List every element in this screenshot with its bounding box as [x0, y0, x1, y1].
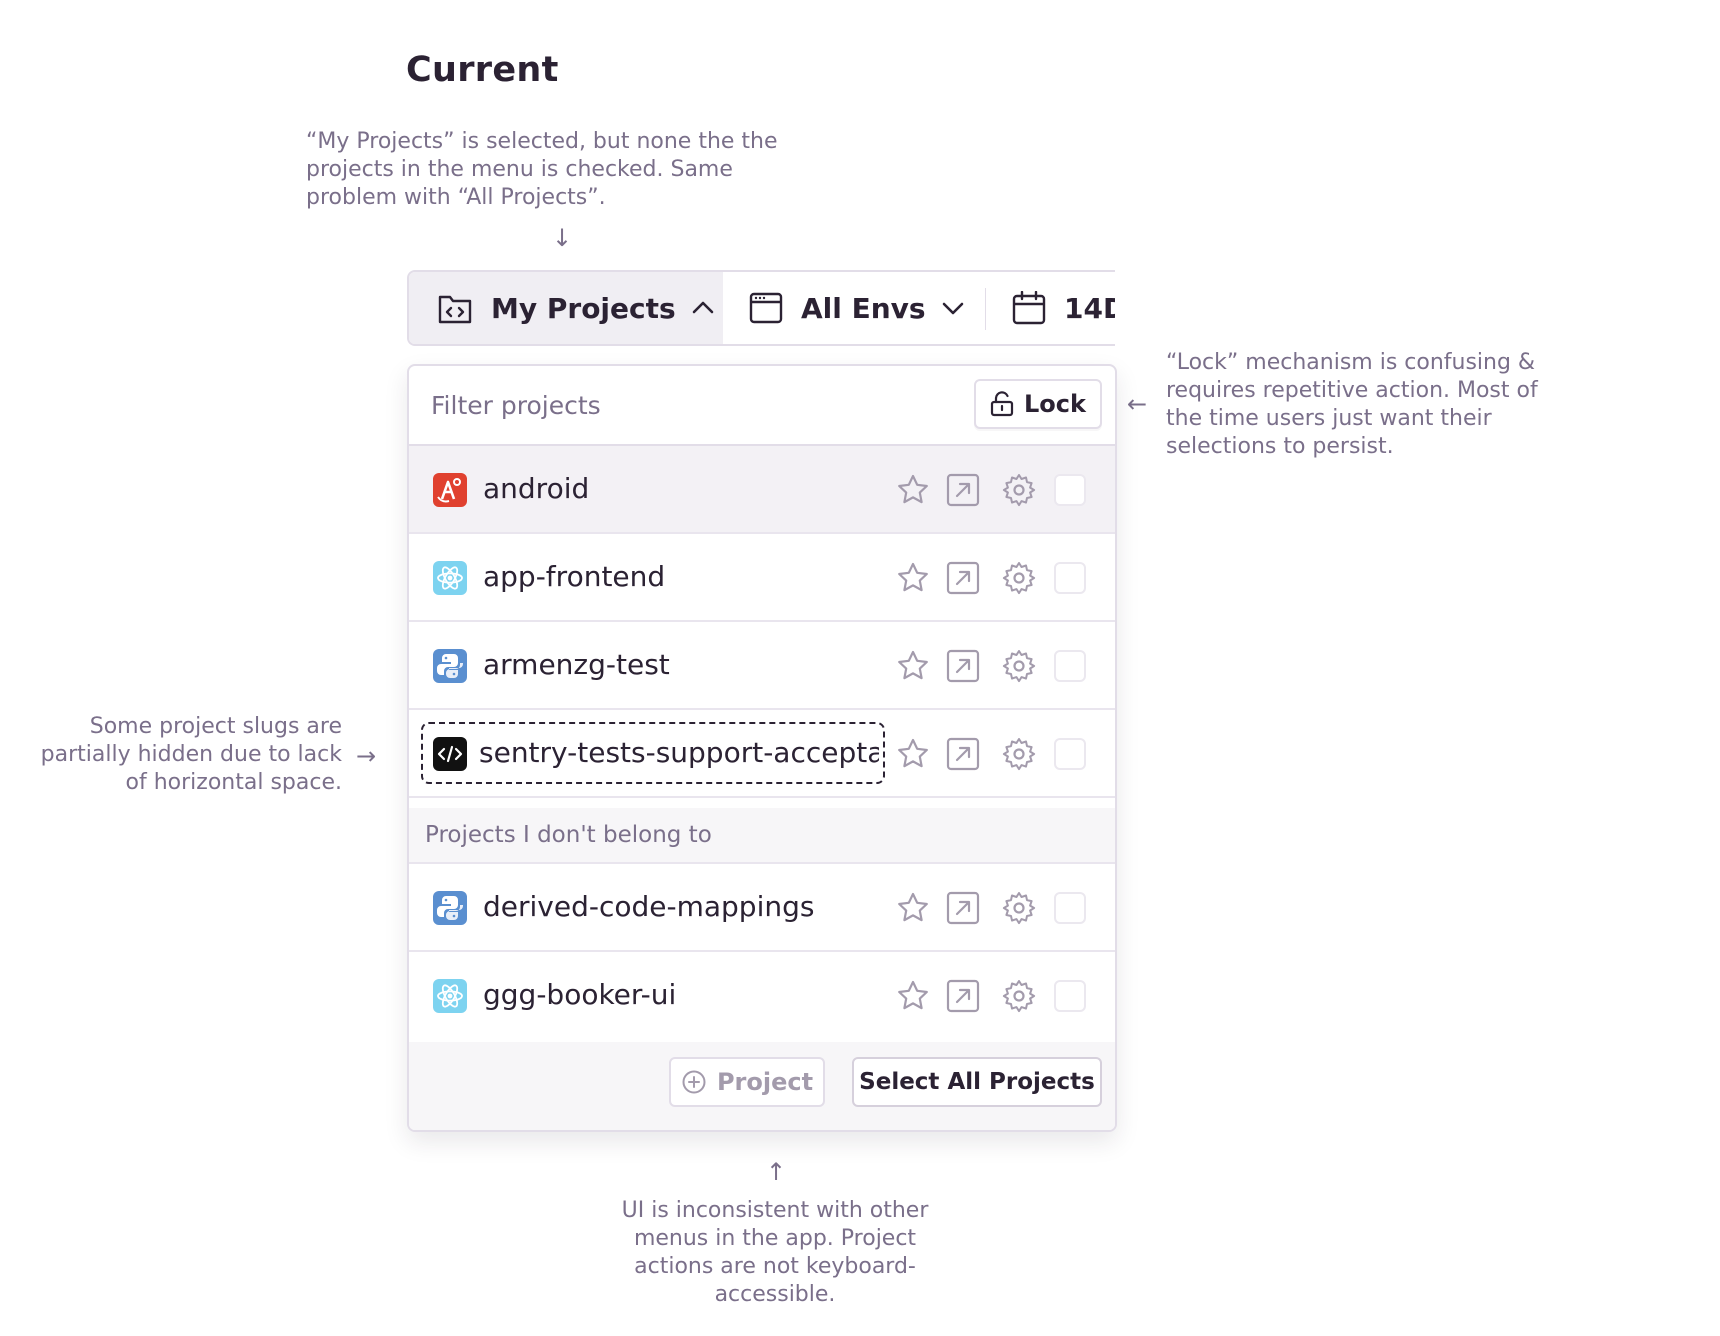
- project-checkbox[interactable]: [1054, 980, 1086, 1012]
- project-name: ggg-booker-ui: [483, 978, 677, 1011]
- star-icon[interactable]: [895, 978, 931, 1014]
- select-all-projects-button[interactable]: Select All Projects: [852, 1057, 1102, 1107]
- project-checkbox[interactable]: [1054, 738, 1086, 770]
- project-row-app-frontend[interactable]: app-frontend: [409, 534, 1115, 622]
- project-checkbox[interactable]: [1054, 650, 1086, 682]
- chevron-down-icon: [942, 302, 963, 315]
- star-icon[interactable]: [895, 890, 931, 926]
- settings-gear-icon[interactable]: [1001, 978, 1037, 1014]
- add-project-button[interactable]: Project: [669, 1057, 825, 1107]
- python-icon: [433, 649, 467, 683]
- filter-divider: [985, 288, 986, 330]
- project-row-ggg-booker-ui[interactable]: ggg-booker-ui: [409, 952, 1115, 1040]
- project-menu: Lock android app-frontend: [407, 364, 1117, 1132]
- project-checkbox[interactable]: [1054, 892, 1086, 924]
- folder-code-icon: [438, 295, 472, 324]
- star-icon[interactable]: [895, 736, 931, 772]
- project-name: app-frontend: [483, 560, 666, 593]
- project-checkbox[interactable]: [1054, 474, 1086, 506]
- project-row-derived-code-mappings[interactable]: derived-code-mappings: [409, 864, 1115, 952]
- project-name: armenzg-test: [483, 648, 670, 681]
- project-checkbox[interactable]: [1054, 562, 1086, 594]
- lock-button[interactable]: Lock: [974, 379, 1102, 429]
- settings-gear-icon[interactable]: [1001, 736, 1037, 772]
- annotation-selection-mismatch: “My Projects” is selected, but none the …: [306, 129, 778, 210]
- arrow-up-icon: ↑: [766, 1158, 787, 1186]
- project-name: derived-code-mappings: [483, 890, 815, 923]
- open-project-icon[interactable]: [945, 890, 981, 926]
- settings-gear-icon[interactable]: [1001, 648, 1037, 684]
- chevron-up-icon: [692, 301, 713, 314]
- section-header-other-projects: Projects I don't belong to: [409, 808, 1115, 864]
- open-project-icon[interactable]: [945, 648, 981, 684]
- project-filter-label: My Projects: [491, 291, 676, 325]
- add-circle-icon: [682, 1070, 706, 1094]
- code-icon: [433, 737, 467, 771]
- settings-gear-icon[interactable]: [1001, 472, 1037, 508]
- project-filter-button[interactable]: My Projects: [409, 272, 723, 344]
- annotation-slug-truncated: Some project slugs are partially hidden …: [40, 714, 342, 795]
- environment-filter-label: All Envs: [801, 291, 926, 325]
- settings-gear-icon[interactable]: [1001, 560, 1037, 596]
- calendar-icon: [1012, 291, 1046, 325]
- annotation-lock-confusing: “Lock” mechanism is confusing & requires…: [1166, 350, 1538, 459]
- android-icon: [433, 473, 467, 507]
- project-name: sentry-tests-support-accepta: [479, 736, 879, 769]
- arrow-left-icon: ←: [1127, 390, 1148, 418]
- python-icon: [433, 891, 467, 925]
- date-filter-button[interactable]: 14D: [1012, 272, 1115, 344]
- arrow-down-icon: ↓: [552, 224, 573, 252]
- unlock-icon: [990, 391, 1014, 417]
- project-name: android: [483, 472, 590, 505]
- open-project-icon[interactable]: [945, 978, 981, 1014]
- project-row-sentry-tests[interactable]: sentry-tests-support-accepta: [409, 710, 1115, 798]
- date-filter-label: 14D: [1064, 291, 1115, 325]
- open-project-icon[interactable]: [945, 560, 981, 596]
- star-icon[interactable]: [895, 472, 931, 508]
- arrow-right-icon: →: [356, 742, 377, 770]
- add-project-label: Project: [716, 1068, 814, 1096]
- settings-gear-icon[interactable]: [1001, 890, 1037, 926]
- annotation-inconsistent-ui: UI is inconsistent with other menus in t…: [621, 1198, 929, 1307]
- react-icon: [433, 561, 467, 595]
- menu-footer: Project Select All Projects: [409, 1042, 1115, 1130]
- menu-search-bar: Lock: [409, 366, 1115, 446]
- project-row-android[interactable]: android: [409, 446, 1115, 534]
- open-project-icon[interactable]: [945, 472, 981, 508]
- star-icon[interactable]: [895, 648, 931, 684]
- react-icon: [433, 979, 467, 1013]
- project-row-armenzg-test[interactable]: armenzg-test: [409, 622, 1115, 710]
- window-icon: [749, 292, 783, 324]
- open-project-icon[interactable]: [945, 736, 981, 772]
- environment-filter-button[interactable]: All Envs: [749, 272, 981, 344]
- page-filter-bar: My Projects All Envs 14D: [407, 270, 1115, 346]
- filter-projects-input[interactable]: [429, 384, 933, 426]
- star-icon[interactable]: [895, 560, 931, 596]
- page-title: Current: [406, 50, 559, 90]
- lock-label: Lock: [1024, 390, 1086, 418]
